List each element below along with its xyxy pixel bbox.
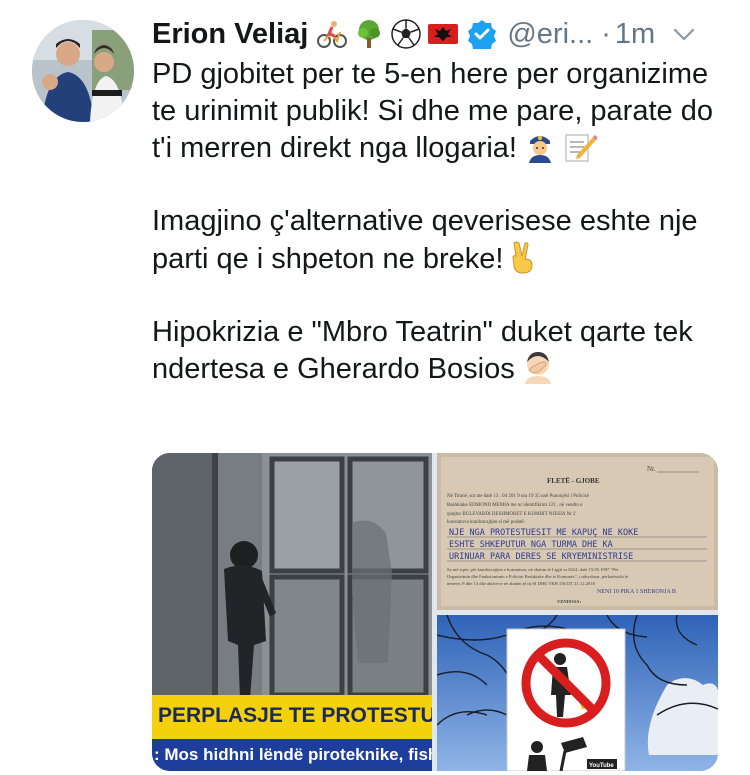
media-image-sign[interactable]: YouTube bbox=[437, 615, 718, 771]
media-grid[interactable]: PERPLASJE TE PROTESTUESVE : Mos hidhni l… bbox=[152, 453, 718, 771]
doc-handwritten-line: URINUAR PARA DERES SE KRYEMINISTRISE bbox=[449, 552, 633, 562]
doc-line: Bashkiake EDMOND MEMIA me nr identifikim… bbox=[447, 503, 583, 508]
doc-line: NENI 10 PIKA 1 SHERONJA B bbox=[597, 589, 676, 595]
protest-photo bbox=[152, 453, 432, 699]
paragraph-3: Hipokrizia e "Mbro Teatrin" duket qarte … bbox=[152, 314, 732, 388]
paragraph-1: PD gjobitet per te 5-en here per organiz… bbox=[152, 56, 732, 167]
separator-dot: · bbox=[601, 17, 611, 50]
display-name[interactable]: Erion Veliaj bbox=[152, 18, 308, 51]
handle[interactable]: @eri... bbox=[507, 18, 593, 51]
facepalm-icon bbox=[524, 352, 551, 384]
doc-handwritten-line: ESHTE SHKEPUTUR NGA TURMA DHE KA bbox=[449, 540, 613, 550]
paragraph-2-text: Imagjino ç'alternative qeverisese eshte … bbox=[152, 205, 698, 275]
paragraph-1-text: PD gjobitet per te 5-en here per organiz… bbox=[152, 58, 713, 164]
victory-hand-icon bbox=[512, 241, 533, 274]
media-image-fine-document[interactable]: Nr. FLETË - GJOBE Në Tiranë, sot me datë… bbox=[437, 453, 718, 610]
doc-line: Në Tiranë, sot me datë 13 . 04 201 9 ora… bbox=[447, 494, 590, 499]
doc-number: Nr. bbox=[647, 465, 656, 473]
tweet[interactable]: Erion Veliaj @eri... · 1m PD gjobitet pe… bbox=[0, 0, 750, 775]
avatar[interactable] bbox=[32, 20, 134, 122]
paragraph-2: Imagjino ç'alternative qeverisese eshte … bbox=[152, 203, 732, 277]
paragraph-3-text: Hipokrizia e "Mbro Teatrin" duket qarte … bbox=[152, 315, 693, 386]
tree-icon bbox=[358, 20, 381, 48]
tv-banner: PERPLASJE TE PROTESTUESVE bbox=[152, 695, 432, 739]
police-officer-icon bbox=[528, 136, 551, 163]
memo-icon bbox=[565, 134, 597, 162]
tweet-text: PD gjobitet per te 5-en here per organiz… bbox=[152, 56, 732, 388]
fine-document: Nr. FLETË - GJOBE Në Tiranë, sot me datë… bbox=[437, 453, 718, 610]
doc-title: FLETË - GJOBE bbox=[547, 477, 600, 485]
soccer-ball-icon bbox=[391, 19, 422, 49]
albania-flag-icon bbox=[428, 24, 459, 44]
timestamp[interactable]: 1m bbox=[615, 18, 655, 51]
sign-photo: YouTube bbox=[437, 615, 718, 771]
verified-badge-icon bbox=[468, 20, 497, 49]
chevron-down-icon[interactable] bbox=[671, 21, 697, 47]
doc-line: quajtur BULEVARDI DESHMORET E KOMBIT NJE… bbox=[447, 512, 576, 517]
doc-handwritten-line: NJE NGA PROTESTUESIT ME KAPUÇ NE KOKE bbox=[449, 528, 638, 538]
name-emojis bbox=[316, 18, 459, 50]
doc-line: VENDOSA: bbox=[557, 599, 581, 604]
cyclist-icon bbox=[317, 21, 348, 48]
sign-caption: YouTube bbox=[589, 763, 614, 769]
tv-ticker: : Mos hidhni lëndë piroteknike, fish bbox=[152, 739, 432, 771]
doc-line: konstatova kundravajtjen si më poshtë: bbox=[447, 520, 525, 525]
tweet-header: Erion Veliaj @eri... · 1m bbox=[152, 14, 732, 54]
media-image-protest[interactable]: PERPLASJE TE PROTESTUESVE : Mos hidhni l… bbox=[152, 453, 432, 771]
